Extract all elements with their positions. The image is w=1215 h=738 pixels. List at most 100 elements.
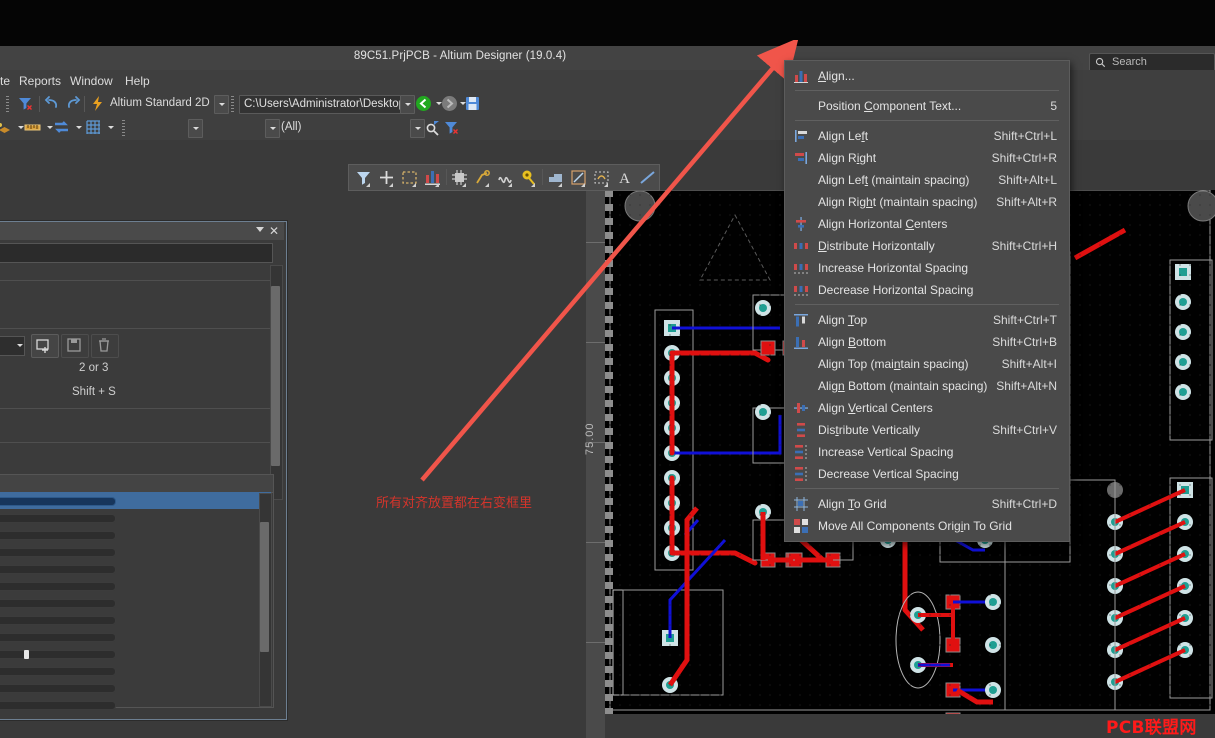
transparency-slider[interactable] (0, 599, 116, 608)
delete-view-config-button[interactable] (91, 334, 119, 358)
menu-item-reports[interactable]: Reports (19, 74, 61, 88)
table-row[interactable] (0, 577, 271, 594)
filter-scope-dropdown[interactable] (265, 119, 280, 138)
table-scrollbar[interactable] (259, 493, 272, 707)
panel-scrollbar[interactable] (270, 265, 283, 500)
menu-item-align-left-maintain-spacing[interactable]: Align Left (maintain spacing) Shift+Alt+L (785, 169, 1069, 191)
back-icon[interactable] (415, 95, 432, 112)
project-path-dropdown[interactable] (400, 95, 415, 114)
menu-item-0[interactable]: te (0, 74, 10, 88)
panel-header[interactable]: ✕ (0, 222, 284, 240)
align-grid-icon (794, 497, 808, 511)
transparency-slider[interactable] (0, 616, 116, 625)
redo-icon[interactable] (64, 95, 81, 112)
menu-item-align-right[interactable]: Align Right Shift+Ctrl+R (785, 147, 1069, 169)
save-icon[interactable] (464, 95, 481, 112)
align-context-menu[interactable]: Align... Position Component Text... 5 Align… (784, 60, 1070, 542)
vertical-ruler[interactable] (586, 190, 605, 738)
menu-item-align-top-maintain-spacing[interactable]: Align Top (maintain spacing) Shift+Alt+I (785, 353, 1069, 375)
magnify-icon[interactable] (424, 119, 441, 136)
menu-item-move-all-components-origin-to-grid[interactable]: Move All Components Origin To Grid (785, 515, 1069, 537)
add-view-config-button[interactable] (31, 334, 59, 358)
menu-item-align[interactable]: Align... (785, 65, 1069, 87)
text-a-icon[interactable]: A (616, 169, 633, 186)
panel-scroll-thumb[interactable] (271, 286, 280, 466)
transparency-slider[interactable] (0, 633, 116, 642)
line-icon[interactable] (639, 169, 656, 186)
grid-dropdown[interactable] (104, 119, 114, 136)
menu-item-shortcut: Shift+Ctrl+B (992, 335, 1057, 349)
table-row[interactable] (0, 543, 271, 560)
table-row[interactable] (0, 611, 271, 628)
unnamed-dropdown-1[interactable] (188, 119, 203, 138)
toolbar-grip-2[interactable] (231, 96, 234, 112)
table-row[interactable] (0, 594, 271, 611)
table-row[interactable] (0, 645, 271, 662)
lightning-icon[interactable] (89, 95, 106, 112)
menu-item-increase-horizontal-spacing[interactable]: Increase Horizontal Spacing (785, 257, 1069, 279)
table-row[interactable] (0, 628, 271, 645)
menu-item-align-right-maintain-spacing[interactable]: Align Right (maintain spacing) Shift+Alt+… (785, 191, 1069, 213)
panel-search-field[interactable] (0, 243, 273, 263)
view-config-dropdown[interactable] (214, 95, 229, 114)
menu-item-decrease-vertical-spacing[interactable]: Decrease Vertical Spacing (785, 463, 1069, 485)
filter-clear-icon[interactable] (17, 95, 34, 112)
chevron-down-icon[interactable] (256, 227, 264, 232)
table-row[interactable] (0, 696, 271, 713)
table-row[interactable] (0, 679, 271, 696)
menu-item-decrease-horizontal-spacing[interactable]: Decrease Horizontal Spacing (785, 279, 1069, 301)
desktop-backdrop (0, 0, 1215, 46)
menu-item-align-bottom-maintain-spacing[interactable]: Align Bottom (maintain spacing) Shift+Alt… (785, 375, 1069, 397)
menu-item-help[interactable]: Help (125, 74, 150, 88)
measure-dropdown[interactable] (43, 119, 53, 136)
menu-item-align-left[interactable]: Align Left Shift+Ctrl+L (785, 125, 1069, 147)
toolbar-grip-3[interactable] (122, 120, 125, 136)
transparency-slider[interactable] (0, 514, 116, 523)
table-row[interactable] (0, 662, 271, 679)
undo-icon[interactable] (44, 95, 61, 112)
menu-item-increase-vertical-spacing[interactable]: Increase Vertical Spacing (785, 441, 1069, 463)
table-row[interactable] (0, 509, 271, 526)
config-combo-arrow[interactable] (13, 337, 24, 353)
transparency-slider[interactable] (0, 667, 116, 676)
back-dropdown[interactable] (432, 95, 442, 112)
layers-swap-icon[interactable] (53, 119, 70, 136)
transparency-slider[interactable] (0, 548, 116, 557)
menu-item-window[interactable]: Window (70, 74, 113, 88)
toolbar-grip-1[interactable] (6, 96, 9, 112)
filter-off-icon[interactable] (443, 119, 460, 136)
menu-item-distribute-horizontally[interactable]: Distribute Horizontally Shift+Ctrl+H (785, 235, 1069, 257)
menu-item-align-to-grid[interactable]: Align To Grid Shift+Ctrl+D (785, 493, 1069, 515)
close-icon[interactable]: ✕ (269, 223, 279, 239)
menu-item-align-vertical-centers[interactable]: Align Vertical Centers (785, 397, 1069, 419)
slider-knob[interactable] (24, 650, 29, 659)
grid-icon[interactable] (85, 119, 102, 136)
transparency-slider[interactable] (0, 582, 116, 591)
trash-icon (99, 338, 109, 352)
menu-item-align-top[interactable]: Align Top Shift+Ctrl+T (785, 309, 1069, 331)
layer-icon[interactable] (0, 119, 13, 136)
menu-item-label: Align Right (818, 151, 877, 165)
menu-item-align-horizontal-centers[interactable]: Align Horizontal Centers (785, 213, 1069, 235)
measure-icon[interactable] (24, 119, 41, 136)
table-row[interactable] (0, 560, 271, 577)
menu-item-distribute-vertically[interactable]: Distribute Vertically Shift+Ctrl+V (785, 419, 1069, 441)
transparency-slider[interactable] (0, 701, 116, 710)
transparency-slider[interactable] (0, 650, 116, 659)
hint-shortcut-label: Shift + S (72, 386, 116, 398)
project-path-combo[interactable]: C:\Users\Administrator\Desktop (239, 95, 405, 114)
forward-dropdown[interactable] (456, 95, 466, 112)
transparency-slider[interactable] (0, 531, 116, 540)
menu-item-align-bottom[interactable]: Align Bottom Shift+Ctrl+B (785, 331, 1069, 353)
table-row[interactable] (0, 526, 271, 543)
transparency-slider[interactable] (0, 684, 116, 693)
transparency-slider[interactable] (0, 497, 116, 506)
unnamed-dropdown-2[interactable] (410, 119, 425, 138)
table-scroll-thumb[interactable] (260, 522, 269, 652)
table-row[interactable] (0, 492, 271, 509)
save-view-config-button[interactable] (61, 334, 89, 358)
layer-dropdown[interactable] (14, 119, 24, 136)
transparency-slider[interactable] (0, 565, 116, 574)
layers-swap-dropdown[interactable] (72, 119, 82, 136)
menu-item-position-component-text[interactable]: Position Component Text... 5 (785, 95, 1069, 117)
